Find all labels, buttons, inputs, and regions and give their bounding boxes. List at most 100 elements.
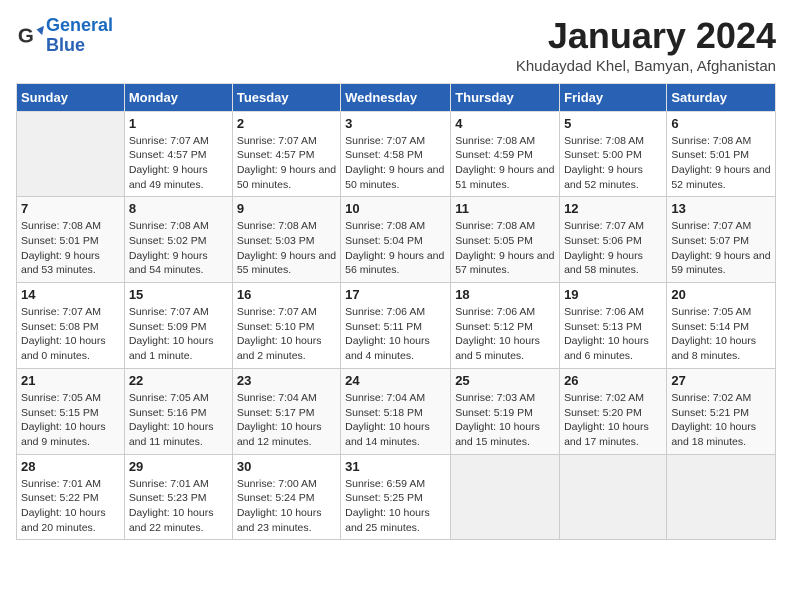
day-daylight: Daylight: 10 hours and 22 minutes. — [129, 506, 228, 535]
day-daylight: Daylight: 10 hours and 1 minute. — [129, 334, 228, 363]
calendar-cell: 4 Sunrise: 7:08 AM Sunset: 4:59 PM Dayli… — [451, 111, 560, 197]
logo-text: General Blue — [46, 16, 113, 56]
calendar-cell: 2 Sunrise: 7:07 AM Sunset: 4:57 PM Dayli… — [232, 111, 340, 197]
day-number: 23 — [237, 373, 336, 388]
day-sunrise: Sunrise: 7:07 AM — [237, 305, 336, 320]
day-sunset: Sunset: 5:24 PM — [237, 491, 336, 506]
day-number: 11 — [455, 201, 555, 216]
calendar-cell: 24 Sunrise: 7:04 AM Sunset: 5:18 PM Dayl… — [341, 368, 451, 454]
day-number: 28 — [21, 459, 120, 474]
day-daylight: Daylight: 9 hours and 50 minutes. — [345, 163, 446, 192]
day-sunset: Sunset: 5:25 PM — [345, 491, 446, 506]
day-sunrise: Sunrise: 7:06 AM — [455, 305, 555, 320]
day-daylight: Daylight: 10 hours and 15 minutes. — [455, 420, 555, 449]
day-sunset: Sunset: 5:18 PM — [345, 406, 446, 421]
day-sunrise: Sunrise: 7:08 AM — [671, 134, 771, 149]
day-sunset: Sunset: 5:14 PM — [671, 320, 771, 335]
calendar-cell — [667, 454, 776, 540]
day-daylight: Daylight: 9 hours and 52 minutes. — [564, 163, 662, 192]
day-sunset: Sunset: 4:59 PM — [455, 148, 555, 163]
svg-text:G: G — [18, 24, 34, 47]
calendar-cell: 20 Sunrise: 7:05 AM Sunset: 5:14 PM Dayl… — [667, 283, 776, 369]
day-sunrise: Sunrise: 7:01 AM — [129, 477, 228, 492]
day-sunrise: Sunrise: 7:02 AM — [671, 391, 771, 406]
day-sunset: Sunset: 5:17 PM — [237, 406, 336, 421]
day-sunset: Sunset: 5:19 PM — [455, 406, 555, 421]
day-daylight: Daylight: 9 hours and 57 minutes. — [455, 249, 555, 278]
day-sunset: Sunset: 5:23 PM — [129, 491, 228, 506]
calendar-cell: 27 Sunrise: 7:02 AM Sunset: 5:21 PM Dayl… — [667, 368, 776, 454]
day-number: 10 — [345, 201, 446, 216]
day-number: 20 — [671, 287, 771, 302]
calendar-week-1: 1 Sunrise: 7:07 AM Sunset: 4:57 PM Dayli… — [17, 111, 776, 197]
day-number: 16 — [237, 287, 336, 302]
day-number: 18 — [455, 287, 555, 302]
calendar-cell: 5 Sunrise: 7:08 AM Sunset: 5:00 PM Dayli… — [560, 111, 667, 197]
day-number: 9 — [237, 201, 336, 216]
day-sunset: Sunset: 5:16 PM — [129, 406, 228, 421]
day-sunrise: Sunrise: 7:08 AM — [455, 134, 555, 149]
location-title: Khudaydad Khel, Bamyan, Afghanistan — [516, 58, 776, 75]
month-title: January 2024 — [516, 16, 776, 56]
day-sunrise: Sunrise: 7:08 AM — [455, 219, 555, 234]
day-sunset: Sunset: 4:57 PM — [237, 148, 336, 163]
day-sunset: Sunset: 5:08 PM — [21, 320, 120, 335]
calendar-table: Sunday Monday Tuesday Wednesday Thursday… — [16, 83, 776, 541]
day-sunset: Sunset: 5:06 PM — [564, 234, 662, 249]
day-sunset: Sunset: 5:21 PM — [671, 406, 771, 421]
day-sunrise: Sunrise: 7:01 AM — [21, 477, 120, 492]
day-number: 13 — [671, 201, 771, 216]
calendar-cell: 21 Sunrise: 7:05 AM Sunset: 5:15 PM Dayl… — [17, 368, 125, 454]
calendar-cell: 8 Sunrise: 7:08 AM Sunset: 5:02 PM Dayli… — [124, 197, 232, 283]
day-daylight: Daylight: 10 hours and 0 minutes. — [21, 334, 120, 363]
day-daylight: Daylight: 10 hours and 20 minutes. — [21, 506, 120, 535]
calendar-cell: 12 Sunrise: 7:07 AM Sunset: 5:06 PM Dayl… — [560, 197, 667, 283]
day-sunset: Sunset: 5:04 PM — [345, 234, 446, 249]
col-friday: Friday — [560, 83, 667, 111]
day-sunrise: Sunrise: 7:02 AM — [564, 391, 662, 406]
day-daylight: Daylight: 10 hours and 14 minutes. — [345, 420, 446, 449]
day-sunset: Sunset: 5:07 PM — [671, 234, 771, 249]
col-tuesday: Tuesday — [232, 83, 340, 111]
calendar-cell: 19 Sunrise: 7:06 AM Sunset: 5:13 PM Dayl… — [560, 283, 667, 369]
calendar-cell — [560, 454, 667, 540]
day-sunrise: Sunrise: 7:08 AM — [564, 134, 662, 149]
header-row: Sunday Monday Tuesday Wednesday Thursday… — [17, 83, 776, 111]
calendar-cell: 29 Sunrise: 7:01 AM Sunset: 5:23 PM Dayl… — [124, 454, 232, 540]
day-number: 4 — [455, 116, 555, 131]
calendar-cell: 15 Sunrise: 7:07 AM Sunset: 5:09 PM Dayl… — [124, 283, 232, 369]
day-daylight: Daylight: 9 hours and 54 minutes. — [129, 249, 228, 278]
day-number: 25 — [455, 373, 555, 388]
col-sunday: Sunday — [17, 83, 125, 111]
day-sunrise: Sunrise: 7:05 AM — [671, 305, 771, 320]
day-daylight: Daylight: 10 hours and 18 minutes. — [671, 420, 771, 449]
title-section: January 2024 Khudaydad Khel, Bamyan, Afg… — [516, 16, 776, 75]
calendar-cell: 6 Sunrise: 7:08 AM Sunset: 5:01 PM Dayli… — [667, 111, 776, 197]
calendar-cell: 31 Sunrise: 6:59 AM Sunset: 5:25 PM Dayl… — [341, 454, 451, 540]
calendar-cell: 14 Sunrise: 7:07 AM Sunset: 5:08 PM Dayl… — [17, 283, 125, 369]
calendar-cell: 11 Sunrise: 7:08 AM Sunset: 5:05 PM Dayl… — [451, 197, 560, 283]
day-sunset: Sunset: 5:01 PM — [21, 234, 120, 249]
day-daylight: Daylight: 10 hours and 12 minutes. — [237, 420, 336, 449]
day-daylight: Daylight: 10 hours and 23 minutes. — [237, 506, 336, 535]
calendar-cell: 17 Sunrise: 7:06 AM Sunset: 5:11 PM Dayl… — [341, 283, 451, 369]
day-sunset: Sunset: 5:15 PM — [21, 406, 120, 421]
day-number: 7 — [21, 201, 120, 216]
day-daylight: Daylight: 10 hours and 4 minutes. — [345, 334, 446, 363]
day-daylight: Daylight: 9 hours and 50 minutes. — [237, 163, 336, 192]
day-number: 29 — [129, 459, 228, 474]
day-number: 15 — [129, 287, 228, 302]
day-daylight: Daylight: 10 hours and 25 minutes. — [345, 506, 446, 535]
calendar-cell — [17, 111, 125, 197]
calendar-week-2: 7 Sunrise: 7:08 AM Sunset: 5:01 PM Dayli… — [17, 197, 776, 283]
calendar-cell: 28 Sunrise: 7:01 AM Sunset: 5:22 PM Dayl… — [17, 454, 125, 540]
day-sunrise: Sunrise: 7:07 AM — [671, 219, 771, 234]
day-number: 27 — [671, 373, 771, 388]
logo-general: General — [46, 15, 113, 35]
day-number: 6 — [671, 116, 771, 131]
day-sunset: Sunset: 5:10 PM — [237, 320, 336, 335]
header: G General Blue January 2024 Khudaydad Kh… — [16, 16, 776, 75]
day-daylight: Daylight: 9 hours and 56 minutes. — [345, 249, 446, 278]
day-sunset: Sunset: 5:11 PM — [345, 320, 446, 335]
calendar-cell — [451, 454, 560, 540]
